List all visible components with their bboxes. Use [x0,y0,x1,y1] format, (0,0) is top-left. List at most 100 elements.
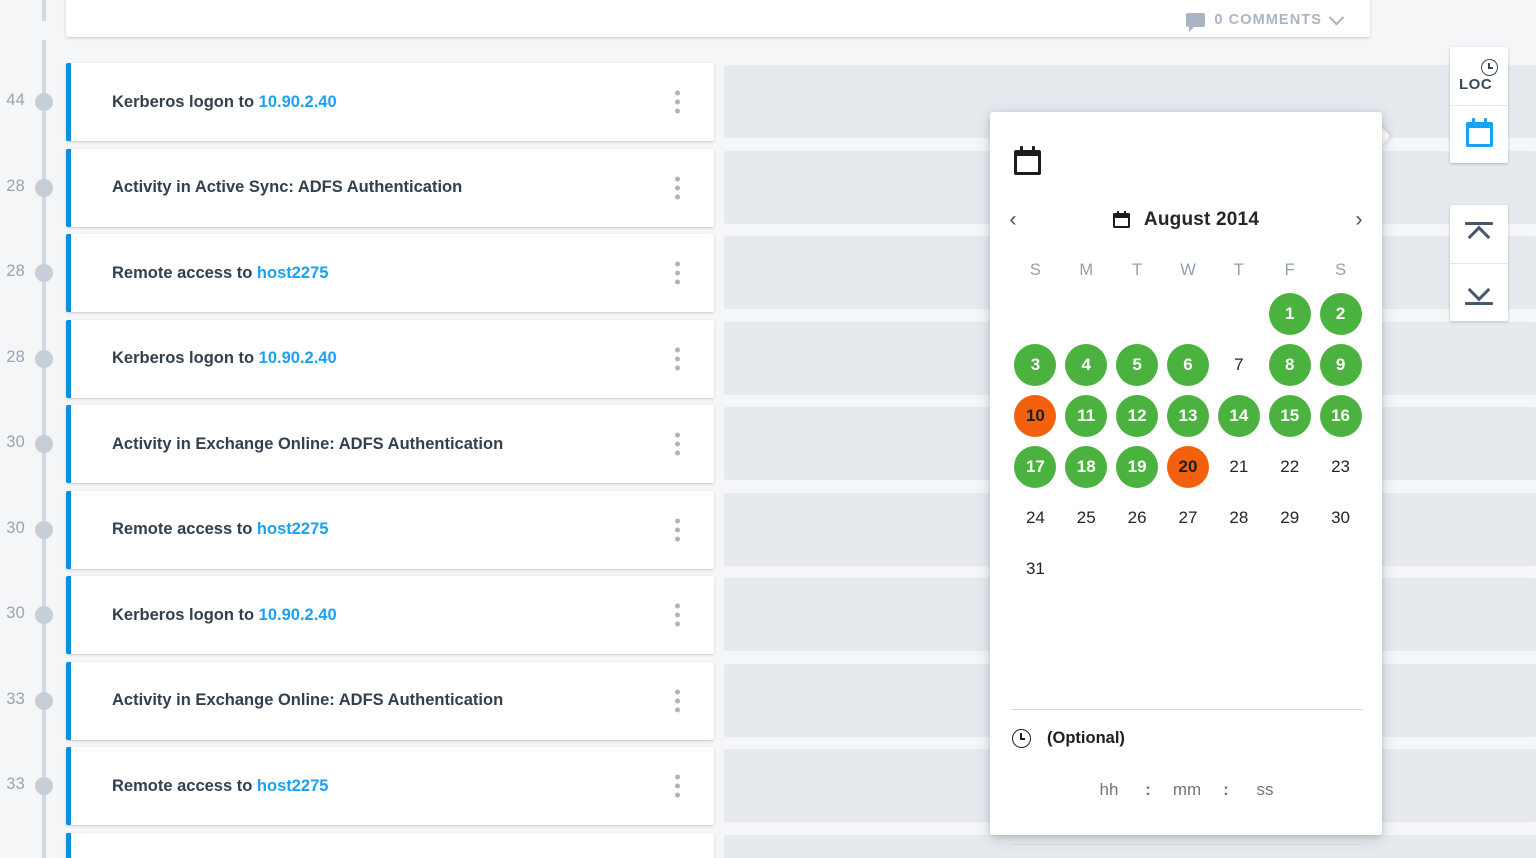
calendar-day-cell: 26 [1112,492,1163,543]
calendar-day-cell: 13 [1163,390,1214,441]
app-root: 0 COMMENTS 44 Kerberos logon to 10.90.2.4… [0,0,1536,858]
jump-to-top-button[interactable] [1450,205,1508,263]
weekday-label: T [1132,260,1143,279]
seconds-input[interactable] [1239,780,1291,800]
event-entity-link[interactable]: 10.90.2.40 [259,93,337,111]
calendar-day-cell [1061,288,1112,339]
calendar-day[interactable]: 28 [1218,497,1260,539]
calendar-day-cell: 20 [1163,441,1214,492]
event-card[interactable]: Remote access to host2275 [66,490,714,569]
calendar-day[interactable]: 18 [1065,445,1108,488]
event-title: Activity in Exchange Online: ADFS Authen… [112,434,504,453]
calendar-day[interactable]: 30 [1320,497,1362,539]
timeline-timestamp: 28 [6,176,25,195]
calendar-day[interactable]: 12 [1116,394,1159,437]
calendar-day[interactable]: 11 [1065,394,1108,437]
event-card[interactable]: Kerberos logon to 10.90.2.40 [66,576,714,654]
month-navigation: ‹ August 2014 › [990,198,1382,242]
event-more-menu-icon[interactable] [675,90,680,114]
minutes-input[interactable] [1161,780,1213,800]
chevron-down-icon[interactable] [1328,9,1345,25]
calendar-day-cell [1315,543,1366,594]
event-more-menu-icon[interactable] [675,432,680,456]
calendar-day[interactable]: 9 [1319,343,1362,386]
event-more-menu-icon[interactable] [675,347,680,370]
comments-toggle[interactable]: 0 COMMENTS [1186,9,1345,32]
event-card-top-partial[interactable]: 0 COMMENTS [66,0,1370,37]
local-time-button[interactable]: LOC [1450,47,1508,105]
event-more-menu-icon[interactable] [675,603,680,627]
event-card[interactable] [66,832,714,858]
calendar-day-cell [1163,543,1214,594]
weekday-label: W [1180,260,1196,279]
calendar-small-icon [1112,210,1130,228]
calendar-day[interactable]: 23 [1320,446,1362,488]
calendar-day[interactable]: 25 [1065,497,1107,539]
event-card[interactable]: Kerberos logon to 10.90.2.40 [66,63,714,141]
calendar-day[interactable]: 24 [1014,497,1056,539]
calendar-day-cell: 22 [1264,441,1315,492]
calendar-day[interactable]: 21 [1218,446,1260,488]
event-card[interactable]: Activity in Exchange Online: ADFS Authen… [66,405,714,483]
calendar-day[interactable]: 1 [1268,292,1311,335]
calendar-day[interactable]: 3 [1014,343,1057,386]
event-detail-placeholder [724,834,1536,858]
calendar-day-blank [1065,293,1107,335]
event-card[interactable]: Kerberos logon to 10.90.2.40 [66,319,714,398]
timeline-dot [35,349,53,368]
calendar-day[interactable]: 13 [1166,394,1209,437]
calendar-day[interactable]: 19 [1116,445,1159,488]
calendar-day[interactable]: 27 [1167,497,1209,539]
calendar-day-blank [1167,293,1209,335]
event-card[interactable]: Remote access to host2275 [66,234,714,312]
timeline-timestamp: 33 [6,689,25,708]
month-year-selector[interactable]: August 2014 [1036,209,1336,231]
event-entity-link[interactable]: host2275 [257,777,329,795]
event-title: Activity in Exchange Online: ADFS Authen… [112,691,504,709]
calendar-day[interactable]: 16 [1319,394,1362,437]
calendar-day[interactable]: 2 [1319,292,1362,335]
jump-to-bottom-button[interactable] [1450,263,1508,321]
event-entity-link[interactable]: 10.90.2.40 [259,606,337,624]
calendar-day-cell: 15 [1264,390,1315,441]
next-month-button[interactable]: › [1336,208,1382,232]
event-entity-link[interactable]: host2275 [257,520,329,538]
event-more-menu-icon[interactable] [675,689,680,712]
calendar-day[interactable]: 15 [1268,394,1311,437]
event-more-menu-icon[interactable] [675,176,680,199]
calendar-day[interactable]: 26 [1116,497,1158,539]
calendar-day[interactable]: 10 [1014,394,1057,437]
event-card[interactable]: Activity in Active Sync: ADFS Authentica… [66,148,714,227]
calendar-day[interactable]: 7 [1218,344,1260,386]
prev-month-button[interactable]: ‹ [990,208,1036,232]
event-card[interactable]: Activity in Exchange Online: ADFS Authen… [66,661,714,740]
calendar-day[interactable]: 4 [1065,343,1108,386]
calendar-day-blank [1116,293,1158,335]
event-card[interactable]: Remote access to host2275 [66,747,714,825]
calendar-day[interactable]: 14 [1217,394,1260,437]
calendar-button[interactable] [1450,105,1508,163]
calendar-day[interactable]: 8 [1268,343,1311,386]
event-more-menu-icon[interactable] [675,774,680,798]
calendar-day-cell: 18 [1061,441,1112,492]
calendar-icon [1465,118,1493,147]
calendar-day[interactable]: 29 [1269,497,1311,539]
event-entity-link[interactable]: 10.90.2.40 [259,349,337,367]
calendar-day[interactable]: 17 [1014,445,1057,488]
event-title: Kerberos logon to 10.90.2.40 [112,349,337,367]
calendar-day[interactable]: 31 [1014,548,1056,590]
timeline-timestamp: 44 [6,91,25,109]
weekday-header-row: SMTWTFS [1010,252,1366,288]
calendar-week-row: 12 [1010,288,1366,339]
weekday-label: M [1079,260,1094,279]
calendar-day[interactable]: 22 [1269,446,1311,488]
event-more-menu-icon[interactable] [675,261,680,285]
event-entity-link[interactable]: host2275 [257,264,329,282]
calendar-day[interactable]: 20 [1166,445,1209,488]
calendar-day[interactable]: 5 [1116,343,1159,386]
hours-input[interactable] [1083,780,1135,800]
calendar-day-blank [1269,548,1311,590]
event-more-menu-icon[interactable] [675,518,680,541]
toolbar-group-view: LOC [1450,47,1508,163]
calendar-day[interactable]: 6 [1166,343,1209,386]
